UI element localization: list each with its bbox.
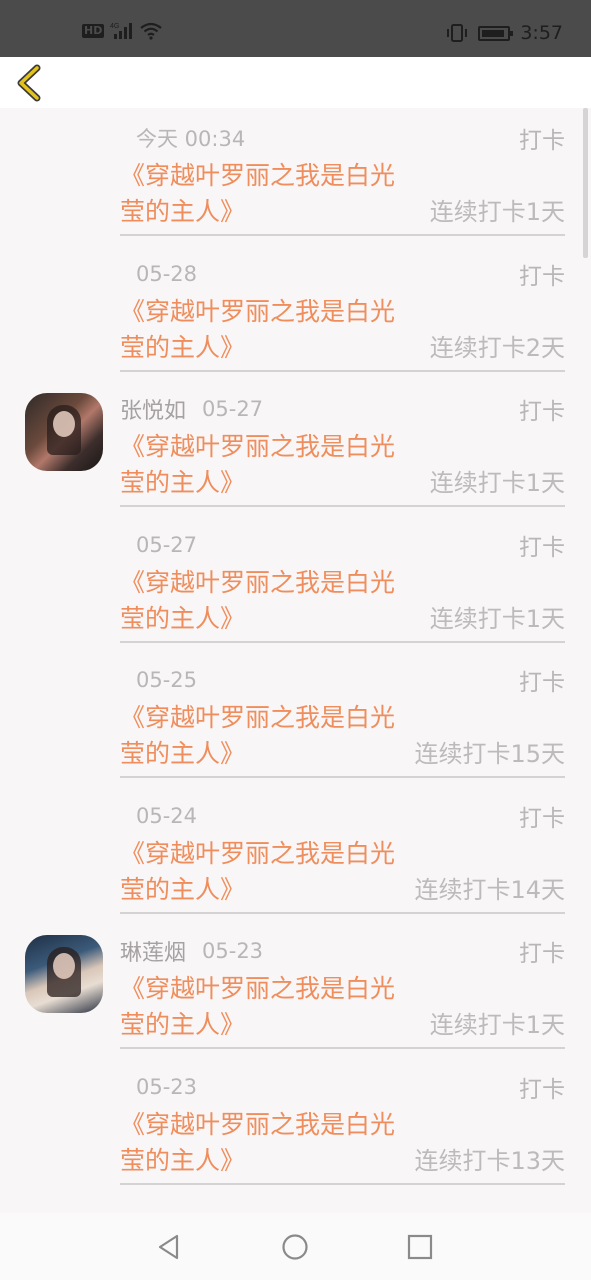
system-nav-bar	[0, 1213, 591, 1280]
book-title[interactable]: 《穿越叶罗丽之我是白光莹的主人》	[120, 158, 410, 230]
status-left-icons: HD 4G	[82, 22, 163, 40]
item-meta: 05-27 打卡	[120, 529, 565, 561]
checkin-label: 打卡	[519, 1076, 565, 1103]
checkin-item[interactable]: 05-25 打卡《穿越叶罗丽之我是白光莹的主人》 连续打卡15天	[0, 650, 591, 786]
back-triangle-icon	[158, 1234, 179, 1260]
checkin-label: 打卡	[519, 263, 565, 290]
book-title[interactable]: 《穿越叶罗丽之我是白光莹的主人》	[120, 971, 410, 1043]
streak-text: 连续打卡15天	[414, 740, 565, 768]
checkin-feed[interactable]: 今天 00:34 打卡 《穿越叶罗丽之我是白光莹的主人》 连续打卡1天 05-28 打卡《…	[0, 108, 591, 1213]
checkin-item[interactable]: 05-27 打卡《穿越叶罗丽之我是白光莹的主人》 连续打卡1天	[0, 515, 591, 651]
checkin-item[interactable]: 琳莲烟 05-23 打卡《穿越叶罗丽之我是白光莹的主人》 连续打卡1天	[0, 921, 591, 1057]
checkin-label: 打卡	[519, 670, 565, 696]
4g-signal-icon: 4G	[110, 23, 133, 39]
svg-text:4G: 4G	[110, 23, 119, 30]
book-title[interactable]: 《穿越叶罗丽之我是白光莹的主人》	[120, 429, 410, 501]
vibrate-icon	[447, 24, 468, 42]
item-meta: 今天 00:34 打卡	[120, 122, 565, 154]
checkin-label: 打卡	[519, 399, 565, 425]
avatar-face	[53, 411, 75, 437]
book-title[interactable]: 《穿越叶罗丽之我是白光莹的主人》	[120, 836, 410, 908]
divider	[120, 1182, 565, 1185]
item-date: 05-24	[136, 803, 198, 828]
book-title[interactable]: 《穿越叶罗丽之我是白光莹的主人》	[120, 1107, 410, 1179]
item-date: 05-25	[136, 668, 198, 692]
home-circle-icon	[282, 1234, 308, 1260]
item-date: 05-27	[136, 532, 198, 557]
item-meta: 05-23 打卡	[120, 1071, 565, 1103]
divider	[120, 1047, 565, 1049]
checkin-label: 打卡	[519, 128, 565, 154]
hd-icon: HD	[82, 24, 105, 38]
book-title[interactable]: 《穿越叶罗丽之我是白光莹的主人》	[120, 565, 410, 637]
streak-text: 连续打卡1天	[429, 604, 565, 633]
chevron-left-icon	[17, 64, 41, 102]
wifi-icon	[140, 22, 163, 40]
checkin-label: 打卡	[519, 805, 565, 832]
user-name[interactable]: 琳莲烟	[120, 935, 186, 967]
user-name[interactable]: 张悦如	[120, 393, 186, 425]
item-date: 05-27	[202, 397, 264, 421]
avatar[interactable]	[25, 935, 103, 1013]
checkin-item[interactable]: 05-24 打卡《穿越叶罗丽之我是白光莹的主人》 连续打卡14天	[0, 786, 591, 922]
top-bar	[0, 57, 591, 108]
avatar-face	[53, 953, 75, 979]
item-date: 05-23	[136, 1074, 198, 1099]
checkin-label: 打卡	[519, 941, 565, 967]
clock: 3:57	[520, 22, 563, 44]
divider	[120, 369, 565, 372]
checkin-item[interactable]: 05-28 打卡《穿越叶罗丽之我是白光莹的主人》 连续打卡2天	[0, 244, 591, 380]
divider	[120, 234, 565, 236]
streak-text: 连续打卡2天	[429, 333, 565, 362]
battery-icon	[478, 25, 514, 41]
item-date: 05-28	[136, 261, 198, 286]
streak-text: 连续打卡1天	[429, 198, 565, 226]
item-meta: 05-25 打卡	[120, 664, 565, 696]
streak-text: 连续打卡1天	[429, 469, 565, 497]
checkin-item[interactable]: 张悦如 05-27 打卡《穿越叶罗丽之我是白光莹的主人》 连续打卡1天	[0, 379, 591, 515]
item-meta: 05-28 打卡	[120, 258, 565, 290]
book-title[interactable]: 《穿越叶罗丽之我是白光莹的主人》	[120, 294, 410, 366]
divider	[120, 640, 565, 643]
divider	[120, 776, 565, 778]
item-meta: 05-24 打卡	[120, 800, 565, 832]
checkin-label: 打卡	[519, 534, 565, 561]
avatar[interactable]	[25, 393, 103, 471]
back-button[interactable]	[12, 63, 52, 103]
item-date: 05-23	[202, 939, 264, 963]
checkin-item[interactable]: 今天 00:34 打卡《穿越叶罗丽之我是白光莹的主人》 连续打卡1天	[0, 108, 591, 244]
divider	[120, 911, 565, 914]
book-title[interactable]: 《穿越叶罗丽之我是白光莹的主人》	[120, 700, 410, 772]
streak-text: 连续打卡13天	[414, 1146, 565, 1175]
status-right-icons: 3:57	[446, 22, 563, 44]
nav-recents-button[interactable]	[406, 1233, 434, 1261]
nav-back-button[interactable]	[155, 1233, 183, 1261]
item-meta: 琳莲烟 05-23 打卡	[120, 935, 565, 967]
streak-text: 连续打卡14天	[414, 875, 565, 904]
streak-text: 连续打卡1天	[429, 1011, 565, 1039]
item-meta: 张悦如 05-27 打卡	[120, 393, 565, 425]
nav-home-button[interactable]	[281, 1233, 309, 1261]
checkin-item[interactable]: 05-23 打卡《穿越叶罗丽之我是白光莹的主人》 连续打卡13天	[0, 1057, 591, 1193]
recents-square-icon	[407, 1234, 433, 1260]
status-bar: HD 4G 3:57	[0, 0, 591, 57]
divider	[120, 505, 565, 507]
item-date: 今天 00:34	[136, 127, 246, 151]
